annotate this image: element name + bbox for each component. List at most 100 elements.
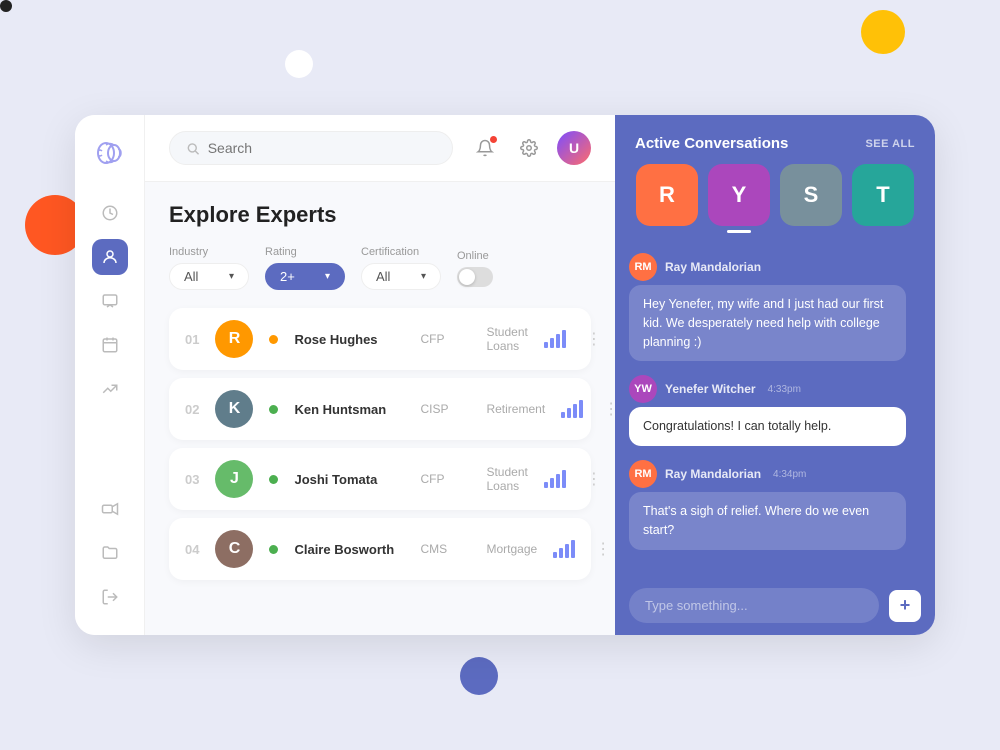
conversation-avatar-item: R (636, 164, 698, 233)
sidebar (75, 115, 145, 635)
bar (553, 552, 557, 558)
notification-dot (490, 136, 497, 143)
conversation-avatar[interactable]: Y (708, 164, 770, 226)
filter-rating: Rating 2+ ▾ (265, 246, 345, 290)
bar (561, 412, 565, 418)
message-time: 4:33pm (768, 384, 801, 395)
rating-select[interactable]: 2+ ▾ (265, 263, 345, 290)
expert-number: 02 (185, 402, 199, 417)
settings-icon (520, 139, 538, 157)
conversation-avatar-item: T (852, 164, 914, 233)
expert-name: Claire Bosworth (294, 542, 404, 557)
message-bubble: Congratulations! I can totally help. (629, 407, 906, 446)
expert-cert: CMS (420, 542, 470, 556)
expert-row[interactable]: 03 J Joshi Tomata CFP Student Loans ⋮ (169, 448, 591, 510)
chat-header: Active Conversations SEE ALL (615, 115, 935, 164)
deco-circle-white (285, 50, 313, 78)
expert-name: Joshi Tomata (294, 472, 404, 487)
conversation-avatar[interactable]: S (780, 164, 842, 226)
expert-status-dot (269, 405, 278, 414)
sidebar-item-folder[interactable] (92, 535, 128, 571)
expert-specialty: Student Loans (486, 465, 527, 493)
bar (544, 482, 548, 488)
chevron-down-icon: ▾ (229, 271, 234, 282)
conversation-avatar[interactable]: T (852, 164, 914, 226)
expert-more-button[interactable]: ⋮ (582, 329, 606, 349)
expert-number: 03 (185, 472, 199, 487)
sidebar-item-clock[interactable] (92, 195, 128, 231)
bar (565, 544, 569, 558)
sidebar-item-users[interactable] (92, 239, 128, 275)
expert-more-button[interactable]: ⋮ (582, 469, 606, 489)
sidebar-item-video[interactable] (92, 491, 128, 527)
chat-input[interactable] (629, 588, 879, 623)
bar (573, 404, 577, 418)
expert-cert: CFP (420, 332, 470, 346)
message-group: RMRay MandalorianHey Yenefer, my wife an… (629, 253, 921, 361)
chat-add-button[interactable]: + (889, 590, 921, 622)
settings-button[interactable] (513, 132, 545, 164)
message-sender-name: Ray Mandalorian (665, 260, 761, 274)
expert-row[interactable]: 04 C Claire Bosworth CMS Mortgage ⋮ (169, 518, 591, 580)
chat-messages: RMRay MandalorianHey Yenefer, my wife an… (615, 245, 935, 576)
online-toggle[interactable] (457, 267, 493, 287)
chat-panel: Active Conversations SEE ALL RYST RMRay … (615, 115, 935, 635)
sidebar-item-calendar[interactable] (92, 327, 128, 363)
expert-row[interactable]: 01 R Rose Hughes CFP Student Loans ⋮ (169, 308, 591, 370)
bar (550, 478, 554, 488)
see-all-button[interactable]: SEE ALL (865, 138, 915, 150)
message-bubble: Hey Yenefer, my wife and I just had our … (629, 285, 906, 361)
expert-name: Ken Huntsman (294, 402, 404, 417)
filter-certification: Certification All ▾ (361, 246, 441, 290)
message-time: 4:34pm (773, 469, 806, 480)
expert-more-button[interactable]: ⋮ (591, 539, 615, 559)
expert-cert: CISP (420, 402, 470, 416)
explore-title: Explore Experts (169, 202, 591, 228)
explore-section: Explore Experts Industry All ▾ Rating 2+… (145, 182, 615, 635)
expert-number: 04 (185, 542, 199, 557)
industry-select[interactable]: All ▾ (169, 263, 249, 290)
filter-industry: Industry All ▾ (169, 246, 249, 290)
chat-title: Active Conversations (635, 135, 788, 152)
deco-circle-blue (460, 657, 498, 695)
expert-specialty: Retirement (486, 402, 545, 416)
chevron-down-icon-cert: ▾ (421, 271, 426, 282)
chevron-down-icon-rating: ▾ (325, 271, 330, 282)
main-content: U Explore Experts Industry All ▾ Rating (145, 115, 615, 635)
message-sender-row: YWYenefer Witcher4:33pm (629, 375, 921, 403)
expert-bars (544, 470, 566, 488)
expert-status-dot (269, 545, 278, 554)
expert-avatar: C (215, 530, 253, 568)
user-avatar-header[interactable]: U (557, 131, 591, 165)
message-sender-name: Yenefer Witcher (665, 382, 756, 396)
bar (571, 540, 575, 558)
bar (567, 408, 571, 418)
expert-list: 01 R Rose Hughes CFP Student Loans ⋮ 02 … (169, 308, 591, 580)
sidebar-item-chat[interactable] (92, 283, 128, 319)
expert-status-dot (269, 475, 278, 484)
chat-input-row: + (615, 576, 935, 635)
expert-specialty: Mortgage (486, 542, 537, 556)
certification-select[interactable]: All ▾ (361, 263, 441, 290)
expert-row[interactable]: 02 K Ken Huntsman CISP Retirement ⋮ (169, 378, 591, 440)
bar (556, 474, 560, 488)
search-bar[interactable] (169, 131, 453, 165)
bar (550, 338, 554, 348)
bar (579, 400, 583, 418)
notifications-button[interactable] (469, 132, 501, 164)
conversation-avatar[interactable]: R (636, 164, 698, 226)
bar (556, 334, 560, 348)
expert-more-button[interactable]: ⋮ (599, 399, 615, 419)
bar (562, 330, 566, 348)
avatar-indicator (727, 230, 751, 233)
conversation-avatar-item: S (780, 164, 842, 233)
brain-icon (94, 137, 126, 169)
expert-bars (561, 400, 583, 418)
sidebar-item-logout[interactable] (92, 579, 128, 615)
sidebar-item-chart[interactable] (92, 371, 128, 407)
toggle-knob (459, 269, 475, 285)
search-icon (186, 141, 200, 156)
expert-bars (544, 330, 566, 348)
search-input[interactable] (208, 140, 436, 156)
sidebar-logo (92, 135, 128, 171)
